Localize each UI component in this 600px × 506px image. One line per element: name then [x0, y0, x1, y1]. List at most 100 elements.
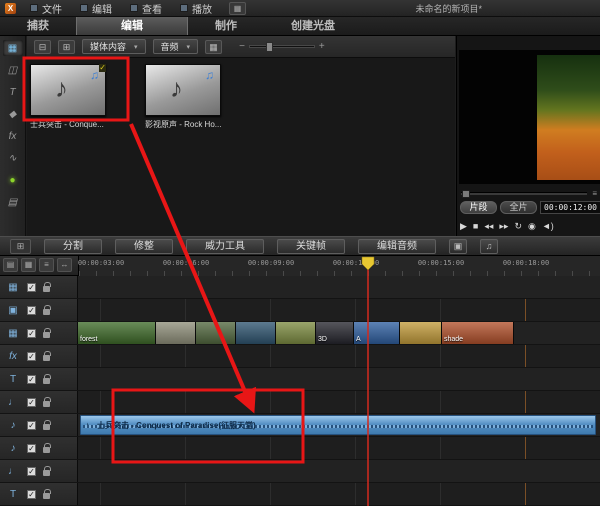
menu-view[interactable]: 查看 — [121, 0, 171, 17]
layout-switch-icon[interactable]: ▦ — [229, 2, 246, 15]
zoom-fit-icon[interactable]: ↔ — [57, 258, 72, 272]
track-content[interactable]: forest 3D A shade — [78, 322, 600, 344]
graphic-icon[interactable]: ◆ — [3, 106, 23, 122]
track-content[interactable]: ♪ 士兵突击 - Conquest of Paradise(征服天堂) — [78, 414, 600, 436]
menu-bar: X 文件 编辑 查看 播放 ▦ 未命名的新项目* — [0, 0, 600, 17]
previous-button[interactable]: ◂◂ — [484, 219, 493, 233]
tab-create-disc[interactable]: 创建光盘 — [264, 17, 362, 35]
tab-produce[interactable]: 制作 — [188, 17, 264, 35]
menu-label: 编辑 — [92, 1, 112, 16]
audio-clip[interactable]: ♪ 士兵突击 - Conquest of Paradise(征服天堂) — [80, 415, 596, 435]
zoom-slider-handle[interactable] — [266, 42, 273, 52]
video-clip[interactable]: shade — [442, 322, 514, 344]
lock-icon[interactable] — [43, 378, 50, 384]
media-icon[interactable]: ▦ — [3, 40, 23, 56]
tab-capture[interactable]: 捕获 — [0, 17, 76, 35]
power-tools-button[interactable]: 威力工具 — [186, 239, 264, 254]
capture-icon[interactable]: ● — [3, 172, 23, 188]
menu-file[interactable]: 文件 — [21, 0, 71, 17]
play-button[interactable]: ▶ — [460, 219, 467, 233]
repeat-button[interactable]: ↻ — [514, 219, 522, 233]
zoom-out-icon[interactable]: − — [239, 41, 245, 52]
seek-track[interactable] — [461, 192, 587, 195]
audio-clip-label: 士兵突击 - Conquest of Paradise(征服天堂) — [97, 420, 256, 431]
split-button[interactable]: 分割 — [44, 239, 102, 254]
track-enable-checkbox[interactable]: ✓ — [27, 444, 36, 453]
mixer-icon[interactable]: ▣ — [449, 239, 467, 254]
video-clip[interactable]: 3D — [316, 322, 354, 344]
track-content[interactable] — [78, 299, 600, 321]
audio-thumbnail[interactable]: ♪ ♫ — [145, 64, 221, 116]
media-item-label: 士兵突击 - Conque... — [30, 119, 108, 130]
video-clip[interactable] — [156, 322, 196, 344]
import-icon[interactable]: ⊞ — [58, 40, 75, 54]
track-content[interactable] — [78, 276, 600, 298]
track-content[interactable] — [78, 391, 600, 413]
audio-thumbnail[interactable]: ♪ ♫ ✓ — [30, 64, 106, 116]
video-clip[interactable] — [236, 322, 276, 344]
lock-icon[interactable] — [43, 332, 50, 338]
lock-icon[interactable] — [43, 424, 50, 430]
volume-button[interactable]: ◄) — [542, 219, 554, 233]
auto-music-icon[interactable]: ♫ — [480, 239, 498, 254]
clip-mode-button[interactable]: 片段 — [460, 201, 497, 214]
track-enable-checkbox[interactable]: ✓ — [27, 398, 36, 407]
tab-edit[interactable]: 编辑 — [76, 17, 188, 35]
lock-icon[interactable] — [43, 447, 50, 453]
track-manager-icon[interactable]: ⊞ — [10, 239, 31, 254]
track-enable-checkbox[interactable]: ✓ — [27, 467, 36, 476]
menu-play[interactable]: 播放 — [171, 0, 221, 17]
lock-icon[interactable] — [43, 493, 50, 499]
seek-handle[interactable] — [462, 190, 470, 198]
media-item-1[interactable]: ♪ ♫ ✓ 士兵突击 - Conque... — [30, 64, 108, 130]
media-content-dropdown[interactable]: 媒体内容▾ — [82, 39, 146, 54]
track-enable-checkbox[interactable]: ✓ — [27, 421, 36, 430]
grid-view-icon[interactable]: ▦ — [205, 40, 222, 54]
project-mode-button[interactable]: 全片 — [500, 201, 537, 214]
track-enable-checkbox[interactable]: ✓ — [27, 352, 36, 361]
trim-marks-icon[interactable]: ≡ — [592, 189, 597, 198]
filter-icon[interactable]: fx — [3, 128, 23, 144]
lock-icon[interactable] — [43, 470, 50, 476]
title-icon[interactable]: T — [3, 84, 23, 100]
track-enable-checkbox[interactable]: ✓ — [27, 329, 36, 338]
track-content[interactable] — [78, 483, 600, 505]
audio-filter-dropdown[interactable]: 音频▾ — [153, 39, 199, 54]
next-button[interactable]: ▸▸ — [499, 219, 508, 233]
transition-icon[interactable]: ◫ — [3, 62, 23, 78]
video-clip[interactable] — [400, 322, 442, 344]
track-enable-checkbox[interactable]: ✓ — [27, 490, 36, 499]
track-enable-checkbox[interactable]: ✓ — [27, 283, 36, 292]
zoom-in-icon[interactable]: + — [319, 41, 325, 52]
keyframe-button[interactable]: 关键帧 — [277, 239, 345, 254]
stop-button[interactable]: ■ — [473, 219, 478, 233]
video-clip[interactable] — [276, 322, 316, 344]
track-content[interactable] — [78, 437, 600, 459]
video-clip[interactable]: forest — [78, 322, 156, 344]
timeline-ruler[interactable]: 00:00:03:00 00:00:06:00 00:00:09:00 00:0… — [78, 256, 600, 276]
lock-icon[interactable] — [43, 309, 50, 315]
video-clip[interactable]: A — [354, 322, 400, 344]
lock-icon[interactable] — [43, 286, 50, 292]
storyboard-view-icon[interactable]: ▦ — [21, 258, 36, 272]
track-content[interactable] — [78, 368, 600, 390]
motion-path-icon[interactable]: ∿ — [3, 150, 23, 166]
track-enable-checkbox[interactable]: ✓ — [27, 306, 36, 315]
sort-icon[interactable]: ⊟ — [34, 40, 51, 54]
timeline-view-icon[interactable]: ▤ — [3, 258, 18, 272]
library-icon[interactable]: ▤ — [3, 194, 23, 210]
edit-audio-button[interactable]: 编辑音频 — [358, 239, 436, 254]
menu-edit[interactable]: 编辑 — [71, 0, 121, 17]
media-item-2[interactable]: ♪ ♫ 影视原声 - Rock Ho... — [145, 64, 223, 130]
track-enable-checkbox[interactable]: ✓ — [27, 375, 36, 384]
lock-icon[interactable] — [43, 401, 50, 407]
track-content[interactable] — [78, 345, 600, 367]
track-content[interactable] — [78, 460, 600, 482]
video-clip[interactable] — [196, 322, 236, 344]
lock-icon[interactable] — [43, 355, 50, 361]
track-row-music-1: ♪✓ ♪ 士兵突击 - Conquest of Paradise(征服天堂) — [0, 414, 600, 437]
zoom-slider-track[interactable] — [249, 45, 315, 48]
snapshot-button[interactable]: ◉ — [528, 219, 536, 233]
trim-button[interactable]: 修整 — [115, 239, 173, 254]
sound-mixer-icon[interactable]: ≡ — [39, 258, 54, 272]
